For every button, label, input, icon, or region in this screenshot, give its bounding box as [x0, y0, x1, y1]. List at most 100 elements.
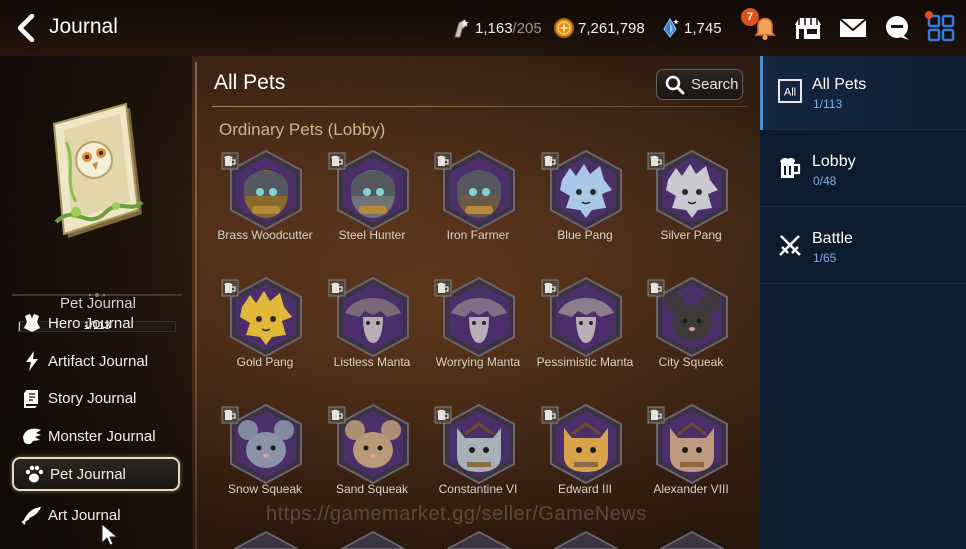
- lobby-mug-icon: [647, 152, 665, 170]
- pet-card[interactable]: Blue Pang: [531, 150, 639, 270]
- pet-portrait: [337, 404, 409, 484]
- back-arrow-icon: [17, 14, 35, 42]
- lobby-mug-icon: [328, 279, 346, 297]
- pet-name: Steel Hunter: [338, 228, 406, 242]
- nav-label: Monster Journal: [48, 427, 156, 445]
- nav-pet-journal[interactable]: Pet Journal: [12, 457, 180, 491]
- pet-card[interactable]: Listless Manta: [318, 277, 426, 397]
- artifact-icon: [19, 349, 45, 373]
- gold-counter[interactable]: 7,261,798: [553, 16, 645, 40]
- journal-sidebar: Pet Journal 1/113 Hero Journal Artifact …: [0, 56, 192, 549]
- nav-story-journal[interactable]: Story Journal: [12, 381, 180, 415]
- pet-portrait-partial: [660, 531, 724, 549]
- pet-portrait: [656, 277, 728, 357]
- pet-portrait: [656, 150, 728, 230]
- title-underline: [212, 106, 748, 107]
- category-all-pets[interactable]: All All Pets 1/113: [760, 56, 966, 130]
- menu-alert-dot: [925, 11, 933, 19]
- skystone-value: 1,745: [684, 19, 722, 37]
- category-battle[interactable]: Battle 1/65: [760, 210, 966, 284]
- pet-portrait: [443, 150, 515, 230]
- skystone-icon: [663, 18, 679, 38]
- stamina-icon: [454, 19, 469, 38]
- pet-card[interactable]: Steel Hunter: [318, 150, 426, 270]
- pet-name: Alexander VIII: [653, 482, 729, 496]
- category-label: All Pets: [812, 76, 867, 93]
- back-button[interactable]: [10, 10, 42, 46]
- pet-name: Silver Pang: [660, 228, 722, 242]
- lobby-mug-icon: [434, 279, 452, 297]
- pet-card[interactable]: Brass Woodcutter: [211, 150, 319, 270]
- pet-portrait-partial: [447, 531, 511, 549]
- stamina-max: /205: [512, 19, 542, 37]
- shop-button[interactable]: [791, 12, 825, 44]
- pet-name: Snow Squeak: [227, 482, 303, 496]
- lobby-mug-icon: [434, 406, 452, 424]
- search-icon: [665, 75, 685, 94]
- nav-hero-journal[interactable]: Hero Journal: [12, 306, 180, 340]
- notification-badge: 7: [741, 8, 759, 26]
- nav-label: Pet Journal: [50, 465, 126, 483]
- pet-card[interactable]: Alexander VIII: [637, 404, 745, 524]
- pet-name: Worrying Manta: [435, 355, 521, 369]
- all-icon: All: [778, 79, 802, 103]
- pet-name: Constantine VI: [438, 482, 518, 496]
- mail-button[interactable]: [836, 12, 870, 44]
- lobby-mug-icon: [541, 152, 559, 170]
- nav-label: Story Journal: [48, 389, 137, 407]
- pet-portrait: [337, 150, 409, 230]
- lobby-mug-icon: [647, 406, 665, 424]
- nav-art-journal[interactable]: Art Journal: [12, 498, 180, 532]
- lobby-mug-icon: [647, 279, 665, 297]
- lobby-mug-icon: [221, 152, 239, 170]
- sidebar-divider: [12, 293, 182, 297]
- nav-label: Art Journal: [48, 506, 121, 524]
- top-bar: Journal 1,163 /205 7,261,798 1,745 7: [0, 0, 966, 56]
- pet-card[interactable]: City Squeak: [637, 277, 745, 397]
- search-label: Search: [691, 76, 739, 93]
- pet-portrait: [550, 277, 622, 357]
- search-button[interactable]: Search: [656, 69, 743, 100]
- pet-name: Iron Farmer: [446, 228, 510, 242]
- pet-card[interactable]: Pessimistic Manta: [531, 277, 639, 397]
- pet-card[interactable]: Worrying Manta: [424, 277, 532, 397]
- category-count: 1/65: [813, 251, 837, 265]
- lobby-mug-icon: [328, 152, 346, 170]
- pet-portrait: [230, 150, 302, 230]
- chat-button[interactable]: [880, 12, 914, 44]
- pet-name: Brass Woodcutter: [217, 228, 313, 242]
- pet-name: Sand Squeak: [335, 482, 409, 496]
- art-icon: [19, 503, 45, 527]
- svg-text:All: All: [784, 87, 796, 99]
- pet-name: Blue Pang: [557, 228, 613, 242]
- pet-journal-book-icon: [52, 102, 144, 238]
- pet-card[interactable]: Iron Farmer: [424, 150, 532, 270]
- content-title: All Pets: [214, 71, 286, 94]
- hero-icon: [19, 311, 45, 335]
- mail-icon: [839, 18, 867, 37]
- pet-portrait: [550, 150, 622, 230]
- pet-portrait: [443, 277, 515, 357]
- category-count: 1/113: [813, 97, 843, 111]
- lobby-mug-icon: [221, 406, 239, 424]
- story-icon: [19, 386, 45, 410]
- category-count: 0/48: [813, 174, 837, 188]
- shop-icon: [795, 18, 821, 39]
- pet-name: Edward III: [557, 482, 613, 496]
- skystone-counter[interactable]: 1,745: [659, 16, 722, 40]
- mouse-cursor-icon: [101, 523, 118, 546]
- pet-card[interactable]: Gold Pang: [211, 277, 319, 397]
- pet-portrait-partial: [341, 531, 405, 549]
- pet-portrait: [550, 404, 622, 484]
- pet-portrait: [443, 404, 515, 484]
- category-lobby[interactable]: Lobby 0/48: [760, 133, 966, 207]
- category-label: Lobby: [812, 153, 856, 170]
- pet-name: Pessimistic Manta: [536, 355, 634, 369]
- pet-card[interactable]: Silver Pang: [637, 150, 745, 270]
- lobby-mug-icon: [221, 279, 239, 297]
- stamina-counter[interactable]: 1,163 /205: [450, 16, 542, 40]
- lobby-mug-icon: [541, 279, 559, 297]
- watermark: https://gamemarket.gg/seller/GameNews: [266, 503, 647, 525]
- nav-monster-journal[interactable]: Monster Journal: [12, 419, 180, 453]
- nav-artifact-journal[interactable]: Artifact Journal: [12, 344, 180, 378]
